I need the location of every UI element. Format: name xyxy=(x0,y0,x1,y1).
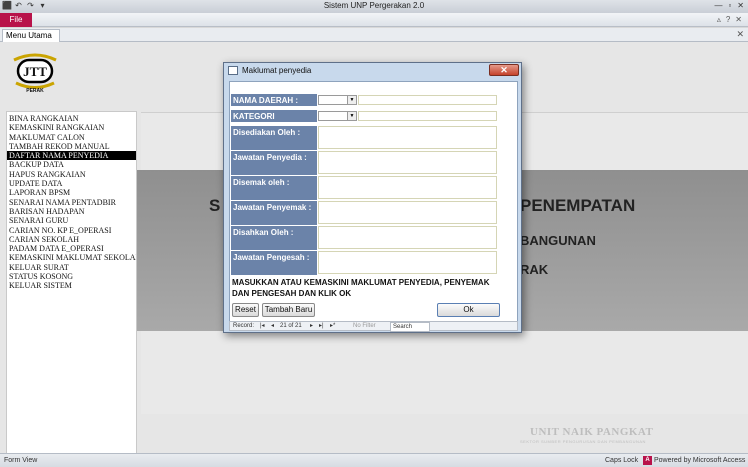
menu-item-maklumat-calon[interactable]: MAKLUMAT CALON xyxy=(7,133,136,142)
watermark-title: UNIT NAIK PANGKAT xyxy=(530,426,654,438)
maximize-button[interactable]: ▫ xyxy=(728,1,731,11)
menu-item-carian-no-kp[interactable]: CARIAN NO. KP E_OPERASI xyxy=(7,226,136,235)
jawatan-penyedia-label: Jawatan Penyedia : xyxy=(231,151,317,175)
band-text-1: S xyxy=(209,196,221,215)
view-mode-status: Form View xyxy=(4,457,38,464)
chevron-down-icon[interactable]: ▼ xyxy=(347,96,356,104)
minimize-button[interactable]: — xyxy=(714,1,722,11)
ribbon-controls: ▵ ? ✕ xyxy=(717,15,742,24)
document-tab-bar: Menu Utama ✕ xyxy=(0,28,748,42)
menu-item-keluar-sistem[interactable]: KELUAR SISTEM xyxy=(7,281,136,290)
menu-item-laporan-bpsm[interactable]: LAPORAN BPSM xyxy=(7,188,136,197)
first-record-icon[interactable]: |◂ xyxy=(260,322,265,330)
disahkan-oleh-field[interactable] xyxy=(318,226,497,249)
jawatan-penyemak-row: Jawatan Penyemak : xyxy=(230,201,519,225)
menu-item-tambah-rekod-manual[interactable]: TAMBAH REKOD MANUAL xyxy=(7,142,136,151)
reset-button[interactable]: Reset xyxy=(232,303,259,317)
window-controls: — ▫ ✕ xyxy=(714,1,744,11)
help-icon[interactable]: ? xyxy=(726,15,730,24)
search-input[interactable]: Search xyxy=(390,322,430,332)
ok-button[interactable]: Ok xyxy=(437,303,500,317)
tab-menu-utama[interactable]: Menu Utama xyxy=(2,29,60,42)
svg-text:PERAK: PERAK xyxy=(26,88,44,94)
band-text-2: PENEMPATAN xyxy=(520,196,636,215)
menu-item-barisan-hadapan[interactable]: BARISAN HADAPAN xyxy=(7,207,136,216)
disediakan-oleh-label: Disediakan Oleh : xyxy=(231,126,317,150)
kategori-institusi-label: KATEGORI INSTITUSI : xyxy=(231,110,317,130)
jawatan-pengesah-field[interactable] xyxy=(318,251,497,274)
menu-item-carian-sekolah[interactable]: CARIAN SEKOLAH xyxy=(7,235,136,244)
jawatan-penyemak-label: Jawatan Penyemak : xyxy=(231,201,317,225)
menu-item-kemaskini-maklumat-sekolah[interactable]: KEMASKINI MAKLUMAT SEKOLAH xyxy=(7,253,136,262)
nama-daerah-label: NAMA DAERAH : xyxy=(231,94,317,106)
kategori-institusi-combo[interactable]: ▼ xyxy=(318,111,357,121)
svg-text:JTT: JTT xyxy=(23,64,47,79)
maklumat-penyedia-dialog: Maklumat penyedia ✕ NAMA DAERAH : ▼ KATE… xyxy=(223,62,522,333)
dialog-title: Maklumat penyedia xyxy=(242,66,312,75)
record-navigation-bar: Record: |◂ ◂ 21 of 21 ▸ ▸| ▸* No Filter … xyxy=(229,321,518,332)
caps-lock-status: Caps Lock xyxy=(605,457,639,464)
menu-item-kemaskini-rangkaian[interactable]: KEMASKINI RANGKAIAN xyxy=(7,123,136,132)
watermark-subtitle: SEKTOR SUMBER PENGURUSAN DAN PEMBANGUNAN xyxy=(520,439,646,444)
nama-daerah-display xyxy=(358,95,497,105)
jawatan-pengesah-label: Jawatan Pengesah : xyxy=(231,251,317,275)
kategori-institusi-row: KATEGORI INSTITUSI : ▼ xyxy=(230,110,519,130)
menu-item-keluar-surat[interactable]: KELUAR SURAT xyxy=(7,263,136,272)
disahkan-oleh-row: Disahkan Oleh : xyxy=(230,226,519,250)
menu-item-senarai-nama-pentadbir[interactable]: SENARAI NAMA PENTADBIR xyxy=(7,198,136,207)
ribbon-bar: File ▵ ? ✕ xyxy=(0,13,748,27)
record-label: Record: xyxy=(233,323,255,329)
next-record-icon[interactable]: ▸ xyxy=(310,322,313,330)
menu-item-senarai-guru[interactable]: SENARAI GURU xyxy=(7,216,136,225)
status-bar: Form View Caps Lock A Powered by Microso… xyxy=(0,453,748,467)
menu-item-daftar-nama-penyedia[interactable]: DAFTAR NAMA PENYEDIA xyxy=(7,151,136,161)
powered-by-access: A Powered by Microsoft Access xyxy=(643,454,745,467)
disahkan-oleh-label: Disahkan Oleh : xyxy=(231,226,317,250)
menu-item-bina-rangkaian[interactable]: BINA RANGKAIAN xyxy=(7,114,136,123)
menu-item-update-data[interactable]: UPDATE DATA xyxy=(7,179,136,188)
ribbon-close-icon[interactable]: ✕ xyxy=(735,15,742,24)
disemak-oleh-row: Disemak oleh : xyxy=(230,176,519,200)
title-bar: ⬛ ↶ ↷ ▾ Sistem UNP Pergerakan 2.0 — ▫ ✕ xyxy=(0,0,748,13)
powered-by-text: Powered by Microsoft Access xyxy=(654,457,746,464)
form-icon xyxy=(228,66,238,75)
dialog-close-button[interactable]: ✕ xyxy=(489,64,519,76)
kategori-institusi-display xyxy=(358,111,497,121)
access-logo-icon: A xyxy=(643,456,652,465)
record-position-field[interactable]: 21 of 21 xyxy=(280,322,302,330)
band-text-4: RAK xyxy=(520,262,549,277)
dialog-body: NAMA DAERAH : ▼ KATEGORI INSTITUSI : ▼ D… xyxy=(229,81,518,322)
disediakan-oleh-field[interactable] xyxy=(318,126,497,149)
instruction-message: MASUKKAN ATAU KEMASKINI MAKLUMAT PENYEDI… xyxy=(232,278,490,298)
close-tab-icon[interactable]: ✕ xyxy=(736,29,744,40)
nama-daerah-row: NAMA DAERAH : ▼ xyxy=(230,94,519,106)
chevron-down-icon[interactable]: ▼ xyxy=(347,112,356,120)
jawatan-penyedia-row: Jawatan Penyedia : xyxy=(230,151,519,175)
band-text-3: BANGUNAN xyxy=(520,233,596,248)
jtt-logo: JTT PERAK xyxy=(13,53,57,94)
ribbon-collapse-icon[interactable]: ▵ xyxy=(717,15,721,24)
new-record-icon[interactable]: ▸* xyxy=(330,322,335,330)
disediakan-oleh-row: Disediakan Oleh : xyxy=(230,126,519,150)
close-button[interactable]: ✕ xyxy=(737,1,744,11)
jawatan-pengesah-row: Jawatan Pengesah : xyxy=(230,251,519,275)
dialog-title-bar[interactable]: Maklumat penyedia ✕ xyxy=(224,63,521,79)
prev-record-icon[interactable]: ◂ xyxy=(271,322,274,330)
last-record-icon[interactable]: ▸| xyxy=(319,322,324,330)
no-filter-button[interactable]: No Filter xyxy=(353,322,376,330)
window-title: Sistem UNP Pergerakan 2.0 xyxy=(323,1,425,10)
nama-daerah-combo[interactable]: ▼ xyxy=(318,95,357,105)
file-tab[interactable]: File xyxy=(0,13,32,27)
jawatan-penyemak-field[interactable] xyxy=(318,201,497,224)
disemak-oleh-label: Disemak oleh : xyxy=(231,176,317,200)
menu-item-backup-data[interactable]: BACKUP DATA xyxy=(7,160,136,169)
tambah-baru-button[interactable]: Tambah Baru xyxy=(262,303,315,317)
menu-item-padam-data[interactable]: PADAM DATA E_OPERASI xyxy=(7,244,136,253)
jawatan-penyedia-field[interactable] xyxy=(318,151,497,174)
disemak-oleh-field[interactable] xyxy=(318,176,497,199)
menu-item-hapus-rangkaian[interactable]: HAPUS RANGKAIAN xyxy=(7,170,136,179)
main-menu-list: BINA RANGKAIAN KEMASKINI RANGKAIAN MAKLU… xyxy=(6,111,137,456)
menu-item-status-kosong[interactable]: STATUS KOSONG xyxy=(7,272,136,281)
